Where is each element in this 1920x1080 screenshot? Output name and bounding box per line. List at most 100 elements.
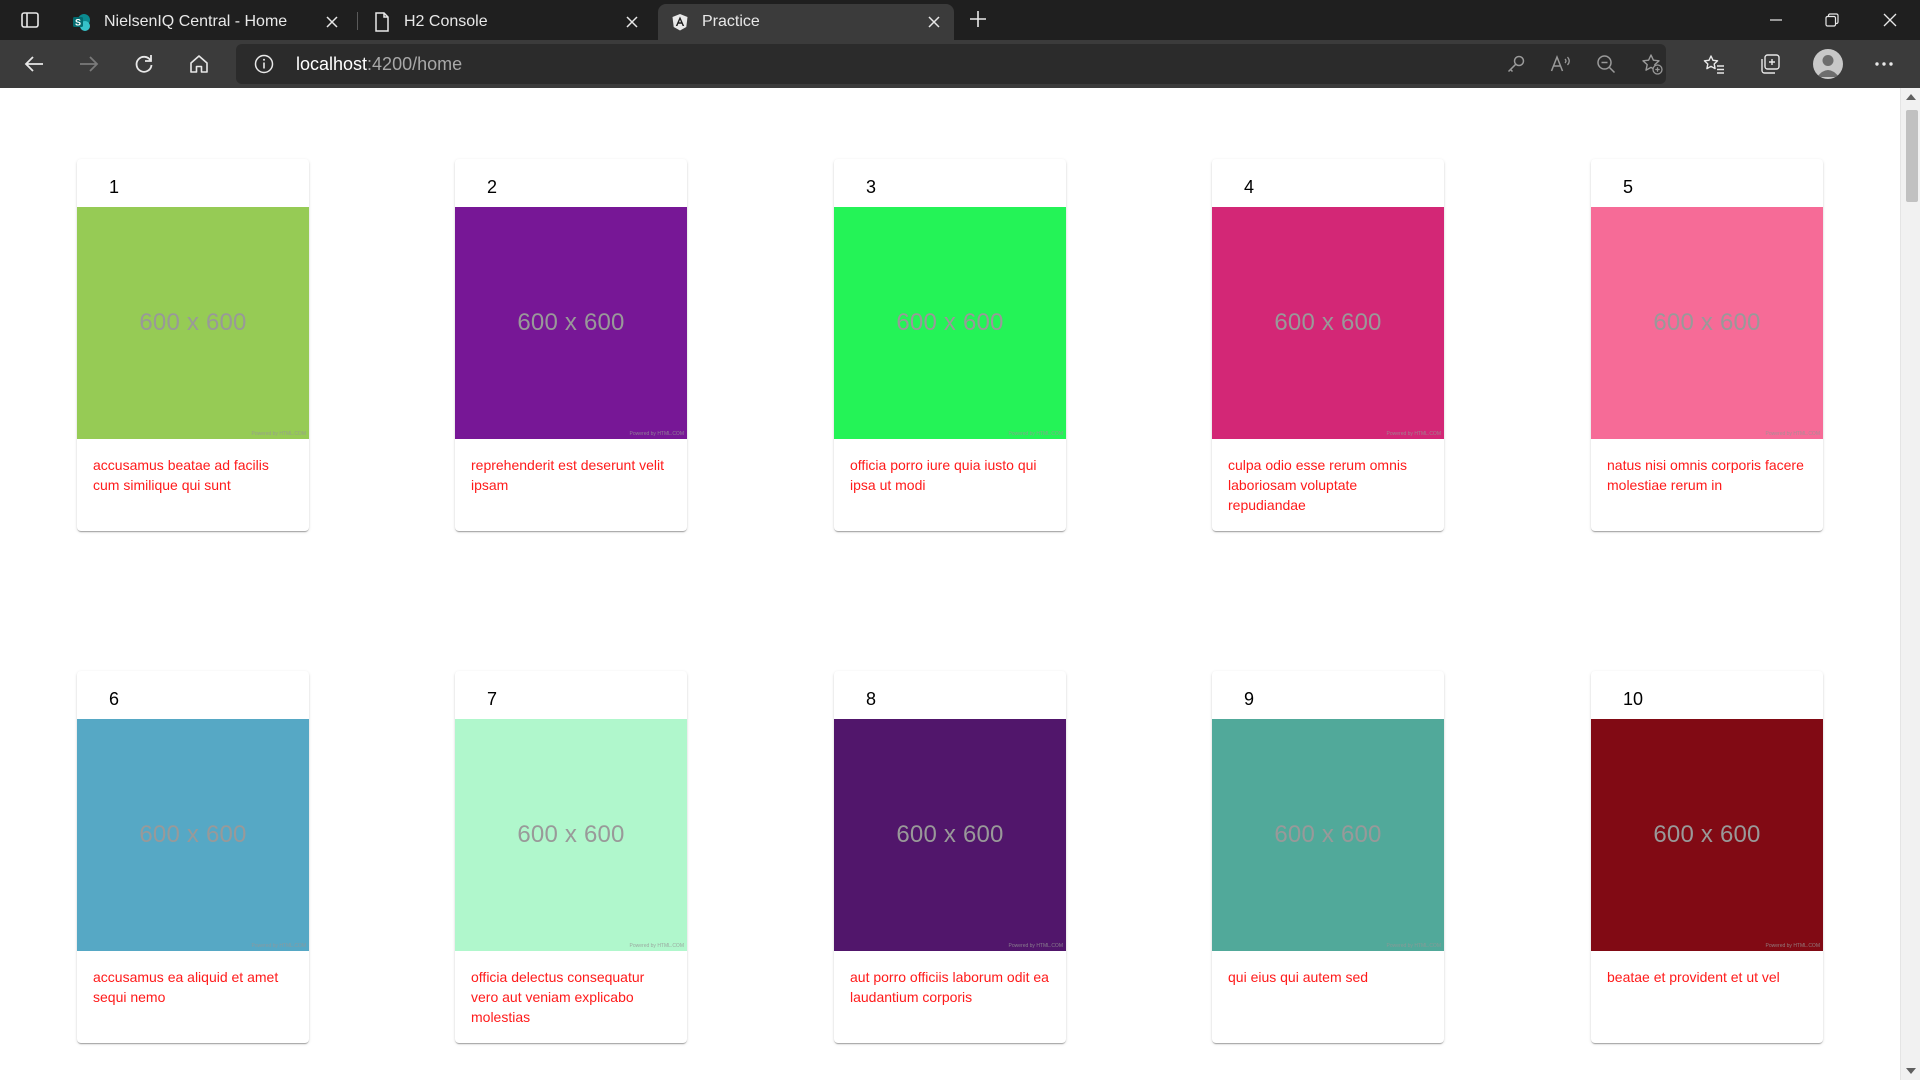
url-host: localhost bbox=[296, 54, 368, 74]
image-size-label: 600 x 600 bbox=[1274, 309, 1382, 336]
photo-card: 2 600 x 600 Powered by HTML.COM reprehender… bbox=[455, 159, 687, 531]
image-size-label: 600 x 600 bbox=[1653, 821, 1761, 848]
image-watermark: Powered by HTML.COM bbox=[629, 943, 684, 949]
card-number: 2 bbox=[487, 177, 498, 197]
scroll-thumb[interactable] bbox=[1906, 110, 1918, 202]
tab-actions-icon[interactable] bbox=[16, 8, 44, 32]
scroll-up-arrow-icon[interactable] bbox=[1906, 94, 1916, 100]
collections-button[interactable] bbox=[1752, 46, 1788, 82]
card-caption: natus nisi omnis corporis facere molesti… bbox=[1607, 457, 1804, 493]
user-icon bbox=[1817, 55, 1839, 77]
placeholder-image: 600 x 600 Powered by HTML.COM bbox=[455, 207, 687, 439]
forward-arrow-icon bbox=[80, 56, 99, 72]
settings-more-button[interactable] bbox=[1866, 46, 1902, 82]
placeholder-image: 600 x 600 Powered by HTML.COM bbox=[77, 207, 309, 439]
plus-icon bbox=[969, 10, 987, 33]
restore-button[interactable] bbox=[1804, 0, 1860, 40]
photo-card: 4 600 x 600 Powered by HTML.COM culpa odio … bbox=[1212, 159, 1444, 531]
url-path: :4200/home bbox=[367, 54, 463, 74]
tab-practice[interactable]: Practice bbox=[658, 4, 954, 40]
card-number: 3 bbox=[866, 177, 877, 197]
card-caption: culpa odio esse rerum omnis laboriosam v… bbox=[1228, 457, 1407, 513]
minimize-button[interactable] bbox=[1748, 0, 1804, 40]
refresh-button[interactable] bbox=[126, 46, 162, 82]
more-dots-icon bbox=[1875, 62, 1893, 66]
photo-card: 10 600 x 600 Powered by HTML.COM beatae et … bbox=[1591, 671, 1823, 1043]
zoom-out-icon[interactable] bbox=[1594, 52, 1618, 76]
tab-title: H2 Console bbox=[404, 13, 488, 30]
placeholder-image: 600 x 600 Powered by HTML.COM bbox=[77, 719, 309, 951]
photo-card: 6 600 x 600 Powered by HTML.COM accusamus e… bbox=[77, 671, 309, 1043]
card-caption: officia porro iure quia iusto qui ipsa u… bbox=[850, 457, 1037, 493]
card-caption: aut porro officiis laborum odit ea lauda… bbox=[850, 969, 1049, 1005]
close-icon bbox=[1883, 13, 1897, 27]
tab-nielseniq[interactable]: S NielsenIQ Central - Home bbox=[60, 4, 352, 40]
collections-icon bbox=[1761, 54, 1780, 74]
read-aloud-icon[interactable] bbox=[1549, 52, 1573, 76]
sharepoint-icon: S bbox=[72, 12, 92, 32]
card-caption: beatae et provident et ut vel bbox=[1607, 969, 1780, 985]
image-watermark: Powered by HTML.COM bbox=[251, 431, 306, 437]
close-icon[interactable] bbox=[922, 10, 946, 34]
tab-title: NielsenIQ Central - Home bbox=[104, 13, 288, 30]
image-watermark: Powered by HTML.COM bbox=[1765, 431, 1820, 437]
key-icon[interactable] bbox=[1504, 52, 1528, 76]
photo-card: 8 600 x 600 Powered by HTML.COM aut porro o… bbox=[834, 671, 1066, 1043]
forward-button[interactable] bbox=[71, 46, 107, 82]
image-watermark: Powered by HTML.COM bbox=[1008, 943, 1063, 949]
favorites-button[interactable] bbox=[1696, 46, 1732, 82]
image-size-label: 600 x 600 bbox=[517, 821, 625, 848]
card-number: 10 bbox=[1623, 689, 1644, 709]
placeholder-image: 600 x 600 Powered by HTML.COM bbox=[1591, 719, 1823, 951]
browser-toolbar: localhost:4200/home bbox=[0, 40, 1920, 88]
image-watermark: Powered by HTML.COM bbox=[1008, 431, 1063, 437]
photo-card: 5 600 x 600 Powered by HTML.COM natus nisi … bbox=[1591, 159, 1823, 531]
card-number: 4 bbox=[1244, 177, 1255, 197]
card-number: 5 bbox=[1623, 177, 1634, 197]
placeholder-image: 600 x 600 Powered by HTML.COM bbox=[834, 207, 1066, 439]
favorites-icon bbox=[1703, 55, 1724, 74]
back-button[interactable] bbox=[16, 46, 52, 82]
profile-avatar[interactable] bbox=[1813, 49, 1843, 79]
page-viewport: 1 600 x 600 Powered by HTML.COM accusamus b… bbox=[0, 88, 1920, 1080]
card-caption: accusamus beatae ad facilis cum similiqu… bbox=[93, 457, 269, 493]
image-size-label: 600 x 600 bbox=[1653, 309, 1761, 336]
scroll-down-arrow-icon[interactable] bbox=[1906, 1068, 1916, 1074]
page-icon bbox=[372, 12, 392, 32]
close-icon[interactable] bbox=[620, 10, 644, 34]
home-icon bbox=[190, 55, 208, 73]
photo-card: 9 600 x 600 Powered by HTML.COM qui eius qu… bbox=[1212, 671, 1444, 1043]
close-window-button[interactable] bbox=[1862, 0, 1918, 40]
new-tab-button[interactable] bbox=[963, 6, 993, 36]
image-watermark: Powered by HTML.COM bbox=[1386, 431, 1441, 437]
image-size-label: 600 x 600 bbox=[896, 821, 1004, 848]
card-number: 6 bbox=[109, 689, 120, 709]
photo-card: 1 600 x 600 Powered by HTML.COM accusamus b… bbox=[77, 159, 309, 531]
back-arrow-icon bbox=[24, 56, 43, 72]
svg-text:S: S bbox=[75, 18, 81, 28]
placeholder-image: 600 x 600 Powered by HTML.COM bbox=[1212, 207, 1444, 439]
photo-card: 7 600 x 600 Powered by HTML.COM officia del… bbox=[455, 671, 687, 1043]
home-button[interactable] bbox=[181, 46, 217, 82]
card-caption: reprehenderit est deserunt velit ipsam bbox=[471, 457, 664, 493]
image-watermark: Powered by HTML.COM bbox=[1765, 943, 1820, 949]
title-bar: S NielsenIQ Central - Home H2 Console Pr… bbox=[0, 0, 1920, 40]
card-caption: qui eius qui autem sed bbox=[1228, 969, 1369, 985]
card-number: 1 bbox=[109, 177, 120, 197]
minimize-icon bbox=[1770, 19, 1782, 21]
vertical-scrollbar[interactable] bbox=[1900, 88, 1920, 1080]
address-bar[interactable]: localhost:4200/home bbox=[236, 44, 1666, 84]
card-number: 9 bbox=[1244, 689, 1255, 709]
close-icon[interactable] bbox=[320, 10, 344, 34]
card-caption: accusamus ea aliquid et amet sequi nemo bbox=[93, 969, 279, 1005]
info-icon bbox=[254, 54, 274, 74]
add-favorite-icon[interactable] bbox=[1640, 52, 1664, 76]
placeholder-image: 600 x 600 Powered by HTML.COM bbox=[1212, 719, 1444, 951]
tab-h2-console[interactable]: H2 Console bbox=[360, 4, 652, 40]
placeholder-image: 600 x 600 Powered by HTML.COM bbox=[834, 719, 1066, 951]
image-watermark: Powered by HTML.COM bbox=[629, 431, 684, 437]
angular-icon bbox=[670, 12, 690, 32]
image-watermark: Powered by HTML.COM bbox=[1386, 943, 1441, 949]
url-text[interactable]: localhost:4200/home bbox=[296, 54, 462, 75]
tab-title: Practice bbox=[702, 13, 760, 30]
